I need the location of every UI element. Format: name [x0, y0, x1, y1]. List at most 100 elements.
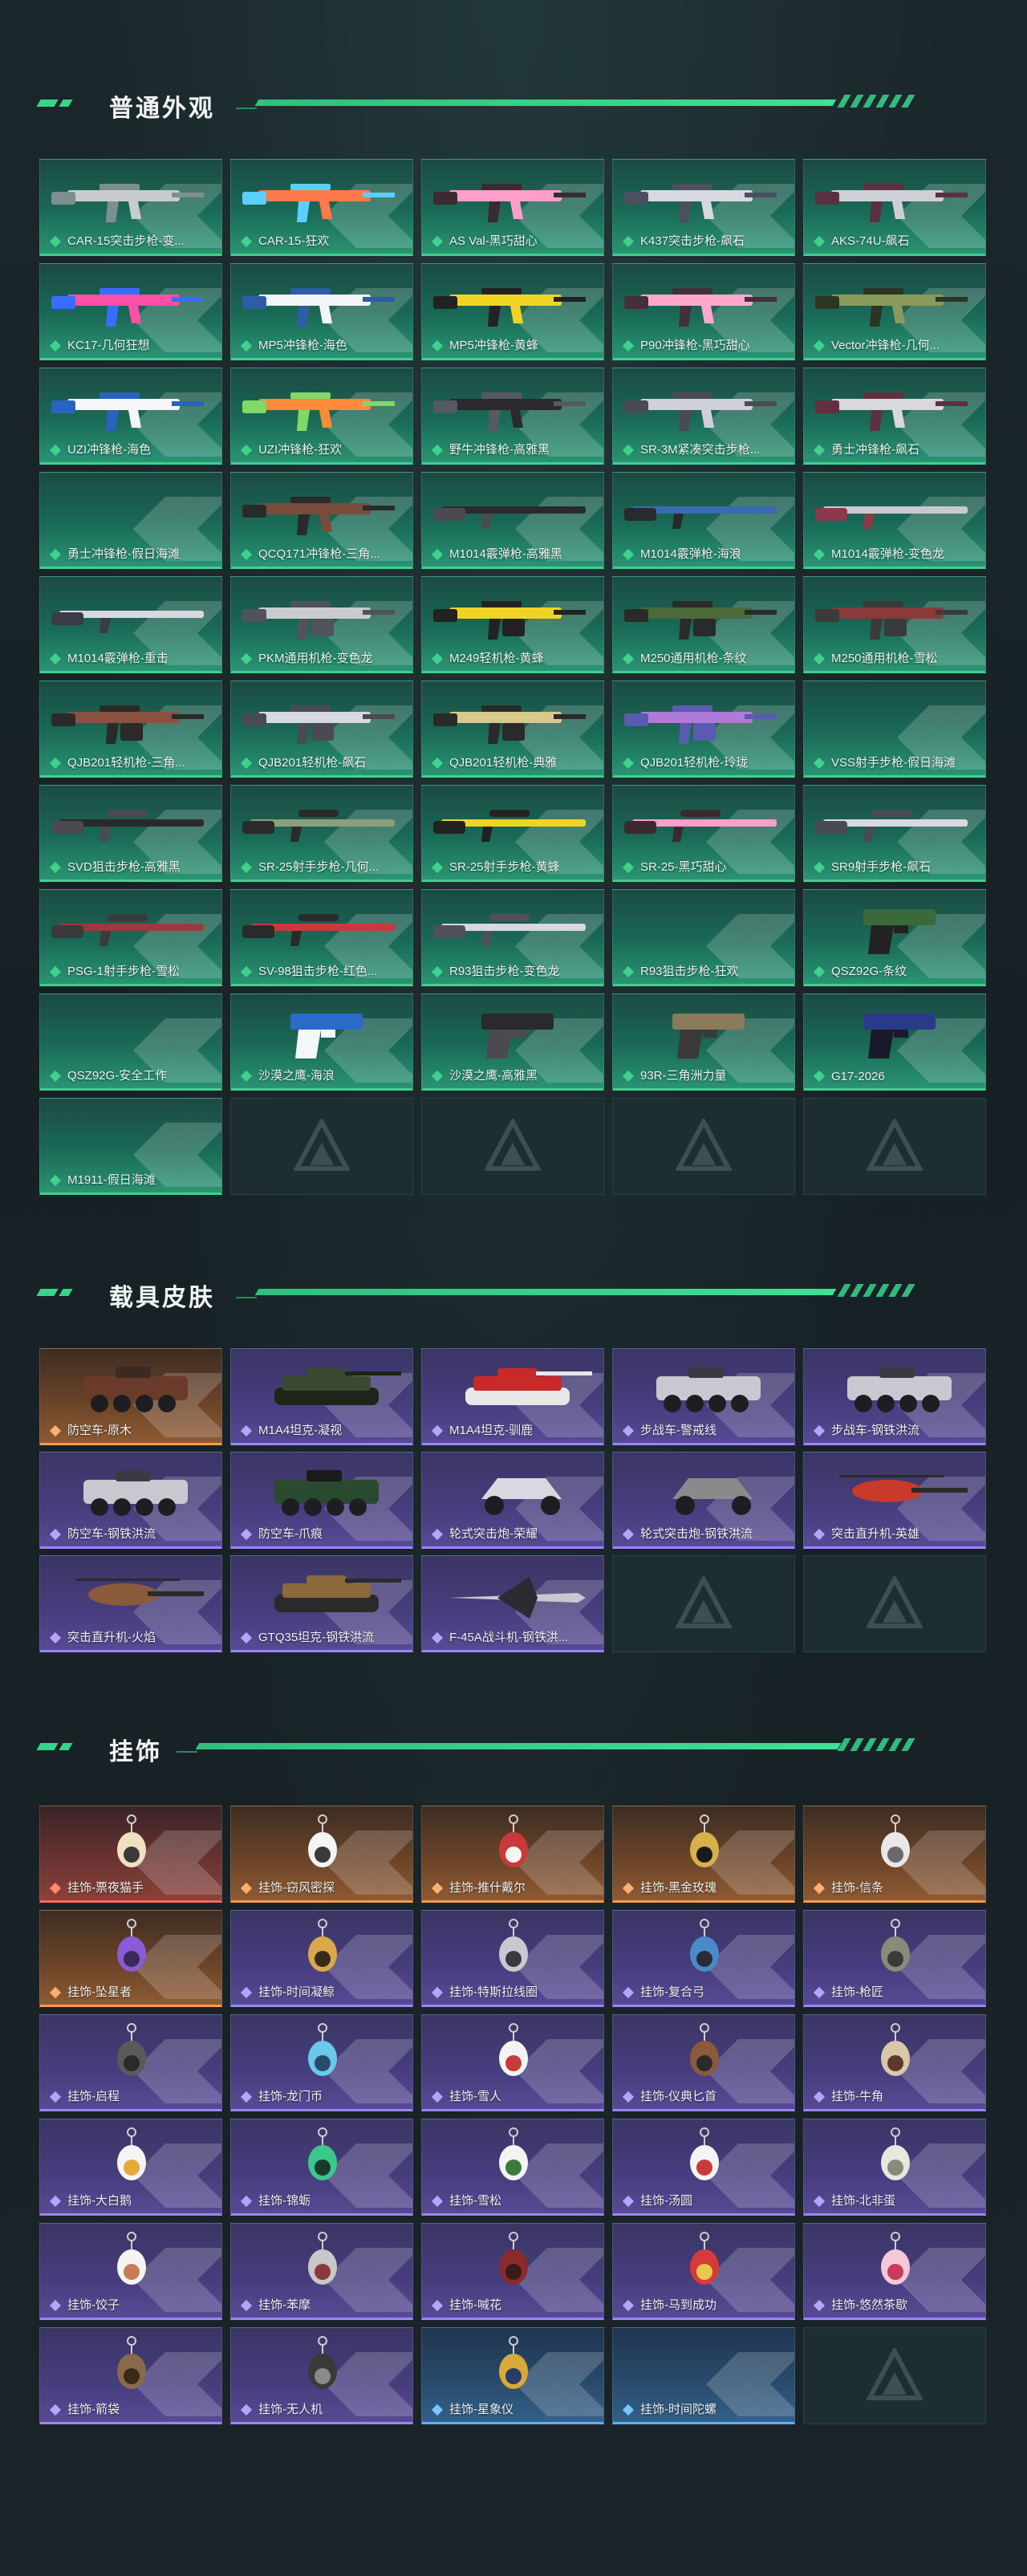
- item-card[interactable]: QSZ92G-安全工作: [39, 993, 222, 1091]
- item-card[interactable]: 轮式突击炮-钢铁洪流: [612, 1452, 795, 1549]
- item-card[interactable]: 挂饰-票夜猫手: [39, 1806, 222, 1903]
- item-card[interactable]: M1911-假日海滩: [39, 1098, 222, 1195]
- rarity-diamond-icon: [240, 2299, 253, 2312]
- item-card[interactable]: AKS-74U-飙石: [803, 159, 986, 256]
- item-card[interactable]: QCQ171冲锋枪-三角...: [230, 472, 413, 569]
- item-card[interactable]: 防空车-钢铁洪流: [39, 1452, 222, 1549]
- rarity-diamond-icon: [240, 1631, 253, 1644]
- item-card[interactable]: 挂饰-北非蛋: [803, 2119, 986, 2216]
- item-label: 挂饰-枪匠: [831, 1985, 883, 1999]
- item-card[interactable]: 挂饰-无人机: [230, 2327, 413, 2424]
- item-card[interactable]: K437突击步枪-飙石: [612, 159, 795, 256]
- item-card[interactable]: SVD狙击步枪-高雅黑: [39, 785, 222, 882]
- rarity-diamond-icon: [622, 548, 635, 561]
- item-card[interactable]: M250通用机枪-雪松: [803, 576, 986, 673]
- item-card[interactable]: GTQ35坦克-钢铁洪流: [230, 1555, 413, 1652]
- item-card[interactable]: 挂饰-星象仪: [421, 2327, 604, 2424]
- item-card[interactable]: 防空车-原木: [39, 1348, 222, 1445]
- item-card[interactable]: G17-2026: [803, 993, 986, 1091]
- item-card[interactable]: R93狙击步枪-狂欢: [612, 889, 795, 986]
- rarity-diamond-icon: [622, 652, 635, 665]
- item-card[interactable]: M250通用机枪-条纹: [612, 576, 795, 673]
- item-card[interactable]: 挂饰-推什戴尔: [421, 1806, 604, 1903]
- item-card[interactable]: VSS射手步枪-假日海滩: [803, 681, 986, 778]
- item-card[interactable]: QSZ92G-条纹: [803, 889, 986, 986]
- item-card[interactable]: CAR-15-狂欢: [230, 159, 413, 256]
- item-card[interactable]: CAR-15突击步枪-变...: [39, 159, 222, 256]
- item-card[interactable]: 挂饰-复合弓: [612, 1910, 795, 2007]
- item-card[interactable]: MP5冲锋枪-海色: [230, 263, 413, 360]
- item-card[interactable]: 挂饰-悠然茶歇: [803, 2223, 986, 2320]
- item-card[interactable]: 挂饰-窃风密探: [230, 1806, 413, 1903]
- item-card[interactable]: 挂饰-苯摩: [230, 2223, 413, 2320]
- item-card[interactable]: R93狙击步枪-变色龙: [421, 889, 604, 986]
- item-card[interactable]: M1A4坦克-凝视: [230, 1348, 413, 1445]
- item-card[interactable]: 挂饰-龙门币: [230, 2014, 413, 2111]
- item-card[interactable]: 挂饰-枪匠: [803, 1910, 986, 2007]
- item-card[interactable]: QJB201轻机枪-飙石: [230, 681, 413, 778]
- item-card[interactable]: M1A4坦克-驯鹿: [421, 1348, 604, 1445]
- rarity-diamond-icon: [622, 2403, 635, 2416]
- item-card[interactable]: 挂饰-雪松: [421, 2119, 604, 2216]
- item-card[interactable]: M1014霰弹枪-高雅黑: [421, 472, 604, 569]
- item-card[interactable]: M1014霰弹枪-变色龙: [803, 472, 986, 569]
- item-card[interactable]: 防空车-爪痕: [230, 1452, 413, 1549]
- item-card[interactable]: QJB201轻机枪-三角...: [39, 681, 222, 778]
- item-card[interactable]: 挂饰-饺子: [39, 2223, 222, 2320]
- item-card[interactable]: QJB201轻机枪-玲珑: [612, 681, 795, 778]
- item-card[interactable]: PSG-1射手步枪-雪松: [39, 889, 222, 986]
- item-card[interactable]: PKM通用机枪-变色龙: [230, 576, 413, 673]
- item-card[interactable]: 挂饰-信条: [803, 1806, 986, 1903]
- item-card[interactable]: 勇士冲锋枪-假日海滩: [39, 472, 222, 569]
- item-card[interactable]: MP5冲锋枪-黄蜂: [421, 263, 604, 360]
- item-card[interactable]: 步战车-警戒线: [612, 1348, 795, 1445]
- charm-icon: [117, 2336, 146, 2389]
- item-card[interactable]: M1014霰弹枪-重击: [39, 576, 222, 673]
- item-card[interactable]: 挂饰-时间凝鲸: [230, 1910, 413, 2007]
- charm-icon: [117, 1919, 146, 1972]
- item-card[interactable]: 步战车-钢铁洪流: [803, 1348, 986, 1445]
- item-card[interactable]: 挂饰-特斯拉线圈: [421, 1910, 604, 2007]
- item-card[interactable]: 挂饰-汤圆: [612, 2119, 795, 2216]
- item-card[interactable]: P90冲锋枪-黑巧甜心: [612, 263, 795, 360]
- item-card[interactable]: SR9射手步枪-飙石: [803, 785, 986, 882]
- item-card[interactable]: 突击直升机-火焰: [39, 1555, 222, 1652]
- item-card[interactable]: 挂饰-牛角: [803, 2014, 986, 2111]
- item-card[interactable]: 挂饰-大白鹅: [39, 2119, 222, 2216]
- item-card[interactable]: 挂饰-锦蛎: [230, 2119, 413, 2216]
- item-card[interactable]: UZI冲锋枪-狂欢: [230, 368, 413, 465]
- item-card[interactable]: 挂饰-仪典匕首: [612, 2014, 795, 2111]
- item-card[interactable]: 挂饰-启程: [39, 2014, 222, 2111]
- item-card[interactable]: 突击直升机-英雄: [803, 1452, 986, 1549]
- item-card[interactable]: KC17-几何狂想: [39, 263, 222, 360]
- item-card[interactable]: 93R-三角洲力量: [612, 993, 795, 1091]
- item-card[interactable]: 挂饰-时间陀螺: [612, 2327, 795, 2424]
- item-card[interactable]: 挂饰-喊花: [421, 2223, 604, 2320]
- shotgun-icon: [433, 506, 586, 529]
- pistol-icon: [863, 1014, 936, 1058]
- item-card[interactable]: SV-98狙击步枪-红色...: [230, 889, 413, 986]
- rarity-diamond-icon: [240, 1070, 253, 1083]
- item-card[interactable]: 野牛冲锋枪-高雅黑: [421, 368, 604, 465]
- item-card[interactable]: 勇士冲锋枪-飙石: [803, 368, 986, 465]
- item-card[interactable]: QJB201轻机枪-典雅: [421, 681, 604, 778]
- charm-icon: [308, 1919, 337, 1972]
- item-card[interactable]: SR-25射手步枪-几何...: [230, 785, 413, 882]
- item-card[interactable]: SR-25-黑巧甜心: [612, 785, 795, 882]
- item-card[interactable]: M1014霰弹枪-海浪: [612, 472, 795, 569]
- item-card[interactable]: 轮式突击炮-荣耀: [421, 1452, 604, 1549]
- item-card[interactable]: 挂饰-箭袋: [39, 2327, 222, 2424]
- item-card[interactable]: 沙漠之鹰-高雅黑: [421, 993, 604, 1091]
- item-card[interactable]: UZI冲锋枪-海色: [39, 368, 222, 465]
- item-card[interactable]: 挂饰-坠星者: [39, 1910, 222, 2007]
- item-card[interactable]: Vector冲锋枪-几何...: [803, 263, 986, 360]
- item-card[interactable]: M249轻机枪-黄蜂: [421, 576, 604, 673]
- item-card[interactable]: SR-3M紧凑突击步枪...: [612, 368, 795, 465]
- item-card[interactable]: 挂饰-雪人: [421, 2014, 604, 2111]
- item-card[interactable]: 挂饰-马到成功: [612, 2223, 795, 2320]
- item-card[interactable]: SR-25射手步枪-黄蜂: [421, 785, 604, 882]
- item-card[interactable]: F-45A战斗机-钢铁洪...: [421, 1555, 604, 1652]
- item-card[interactable]: AS Val-黑巧甜心: [421, 159, 604, 256]
- item-card[interactable]: 沙漠之鹰-海浪: [230, 993, 413, 1091]
- item-card[interactable]: 挂饰-黑金玫瑰: [612, 1806, 795, 1903]
